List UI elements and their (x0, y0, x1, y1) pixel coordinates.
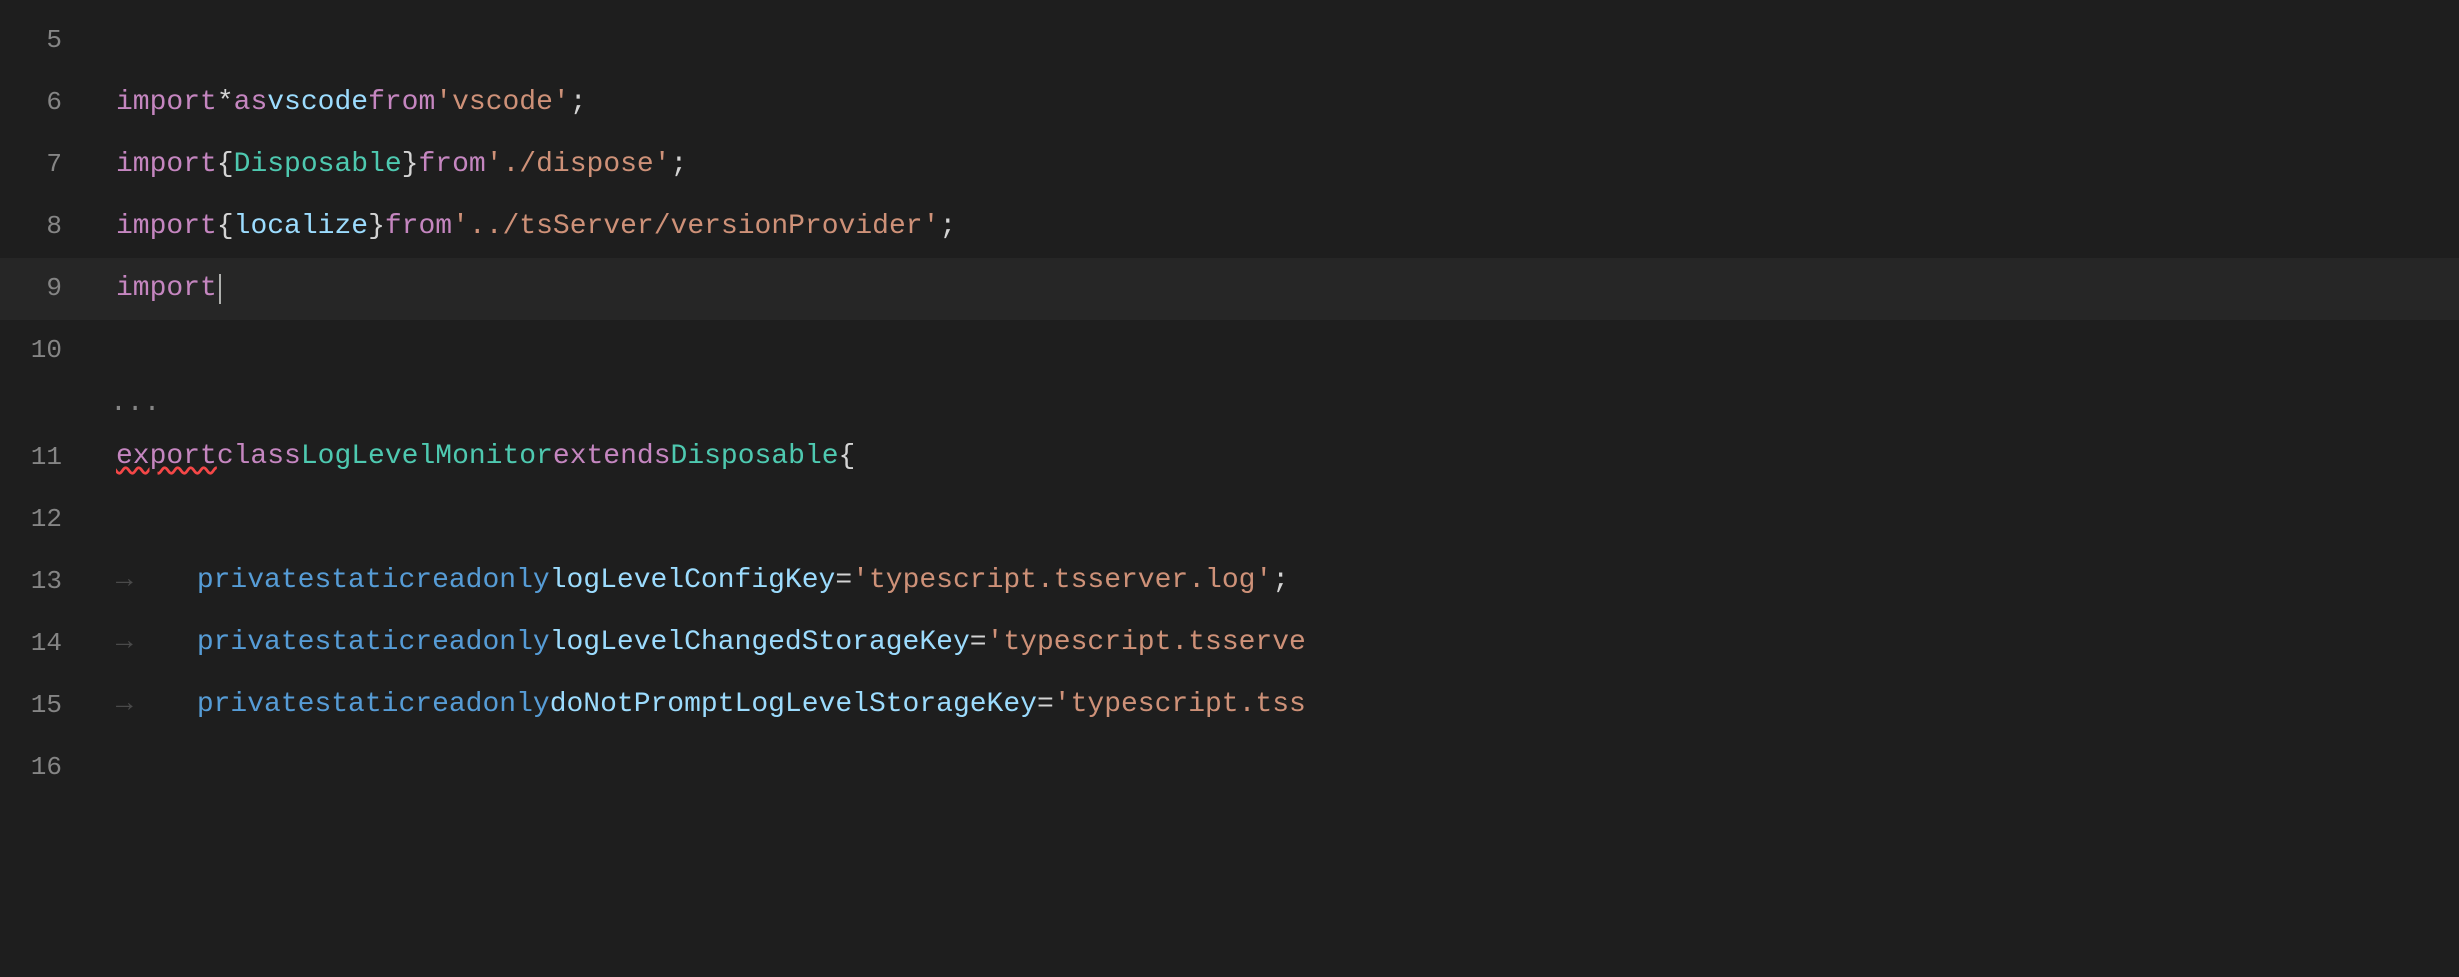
line-content: import { localize } from '../tsServer/ve… (86, 205, 956, 250)
token-kw-from: from (368, 81, 435, 126)
line-content: → private static readonly logLevelChanged… (86, 621, 1306, 666)
code-line-16: 16 (0, 737, 2459, 799)
token-punct: ; (1272, 559, 1289, 604)
token-kw-static: static (314, 559, 415, 604)
token-ns-vscode: vscode (267, 81, 368, 126)
token-cls-disposable: Disposable (671, 435, 839, 480)
code-line-13: 13 → private static readonly logLevelConfi… (0, 551, 2459, 613)
token-kw-import: import (116, 143, 217, 188)
token-kw-as: as (234, 81, 268, 126)
token-punct: ; (570, 81, 587, 126)
line-content: export class LogLevelMonitor extends Dis… (86, 435, 855, 480)
token-kw-from: from (418, 143, 485, 188)
line-number: 16 (6, 747, 86, 789)
token-kw-readonly: readonly (415, 559, 549, 604)
token-kw-from: from (385, 205, 452, 250)
token-str: './dispose' (486, 143, 671, 188)
line-number: 8 (6, 206, 86, 248)
token-punct: { (217, 205, 234, 250)
line-number: 7 (6, 144, 86, 186)
token-cls-name: LogLevelMonitor (301, 435, 553, 480)
text-cursor (219, 274, 221, 305)
token-op: = (835, 559, 852, 604)
ellipsis-indicator: ... (0, 382, 2459, 427)
token-str: 'typescript.tsserver.log' (852, 559, 1272, 604)
line-number: 14 (6, 623, 86, 665)
code-line-12: 12 (0, 489, 2459, 551)
token-kw-import: import (116, 267, 217, 312)
line-content: import { Disposable } from './dispose'; (86, 143, 687, 188)
token-ns-vscode: localize (234, 205, 368, 250)
tab-arrow-icon: → (116, 683, 133, 728)
token-punct: { (839, 435, 856, 480)
token-kw-readonly: readonly (415, 683, 549, 728)
code-line-7: 7import { Disposable } from './dispose'; (0, 134, 2459, 196)
token-cls-disposable: Disposable (234, 143, 402, 188)
token-star-op: * (217, 81, 234, 126)
code-line-10: 10 (0, 320, 2459, 382)
line-number: 15 (6, 685, 86, 727)
token-kw-private: private (197, 683, 315, 728)
token-kw-static: static (314, 621, 415, 666)
token-punct: { (217, 143, 234, 188)
line-content: → private static readonly logLevelConfigK… (86, 559, 1289, 604)
token-kw-static: static (314, 683, 415, 728)
line-number: 5 (6, 20, 86, 62)
token-kw-import: import (116, 205, 217, 250)
line-number: 13 (6, 561, 86, 603)
token-punct: } (368, 205, 385, 250)
token-str: 'typescript.tss (1054, 683, 1306, 728)
code-line-15: 15 → private static readonly doNotPromptLo… (0, 675, 2459, 737)
line-content: import (86, 267, 221, 312)
token-kw-private: private (197, 621, 315, 666)
line-content: import * as vscode from 'vscode'; (86, 81, 587, 126)
code-line-6: 6import * as vscode from 'vscode'; (0, 72, 2459, 134)
token-punct: ; (939, 205, 956, 250)
line-number: 9 (6, 268, 86, 310)
token-str: '../tsServer/versionProvider' (452, 205, 939, 250)
code-line-14: 14 → private static readonly logLevelChang… (0, 613, 2459, 675)
token-str: 'vscode' (435, 81, 569, 126)
code-line-11: 11export class LogLevelMonitor extends D… (0, 427, 2459, 489)
code-line-5: 5 (0, 10, 2459, 72)
token-prop-name: logLevelConfigKey (550, 559, 836, 604)
code-line-8: 8import { localize } from '../tsServer/v… (0, 196, 2459, 258)
token-str: 'typescript.tsserve (987, 621, 1306, 666)
token-kw-import: import (116, 81, 217, 126)
code-line-9: 9 import (0, 258, 2459, 320)
token-kw-private: private (197, 559, 315, 604)
token-kw-extends: extends (553, 435, 671, 480)
token-prop-name: logLevelChangedStorageKey (550, 621, 970, 666)
token-op: = (970, 621, 987, 666)
line-number: 12 (6, 499, 86, 541)
token-kw-class: class (217, 435, 301, 480)
token-op: = (1037, 683, 1054, 728)
token-kw-readonly: readonly (415, 621, 549, 666)
line-number: 10 (6, 330, 86, 372)
tab-arrow-icon: → (116, 621, 133, 666)
tab-arrow-icon: → (116, 559, 133, 604)
line-number: 11 (6, 437, 86, 479)
code-editor: 56import * as vscode from 'vscode';7impo… (0, 0, 2459, 977)
token-prop-name: doNotPromptLogLevelStorageKey (550, 683, 1037, 728)
token-punct: } (402, 143, 419, 188)
line-content: → private static readonly doNotPromptLogL… (86, 683, 1306, 728)
token-punct: ; (671, 143, 688, 188)
line-number: 6 (6, 82, 86, 124)
token-kw-export: export (116, 435, 217, 480)
